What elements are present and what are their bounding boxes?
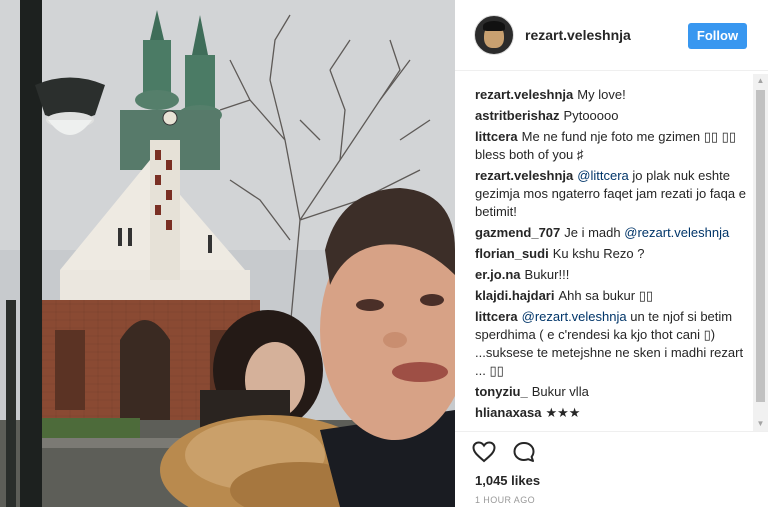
photo-illustration bbox=[0, 0, 455, 507]
comment-mention-link[interactable]: @littcera bbox=[577, 168, 629, 183]
comment-item: hlianaxasa ★★★ bbox=[475, 404, 753, 422]
comment-item: florian_sudi Ku kshu Rezo ? bbox=[475, 245, 753, 263]
post-timestamp: 1 HOUR AGO bbox=[475, 495, 536, 505]
comment-item: klajdi.hajdari Ahh sa bukur ▯▯ bbox=[475, 287, 753, 305]
comment-item: astritberishaz Pytooooo bbox=[475, 107, 753, 125]
comment-username[interactable]: klajdi.hajdari bbox=[475, 288, 554, 303]
comment-mention-link[interactable]: @rezart.veleshnja bbox=[624, 225, 729, 240]
comment-username[interactable]: littcera bbox=[475, 309, 518, 324]
comment-username[interactable]: tonyziu_ bbox=[475, 384, 528, 399]
avatar[interactable] bbox=[474, 15, 514, 55]
comment-username[interactable]: gazmend_707 bbox=[475, 225, 560, 240]
comment-text: Ku kshu Rezo ? bbox=[552, 246, 645, 261]
comment-username[interactable]: er.jo.na bbox=[475, 267, 521, 282]
comment-mention-link[interactable]: @rezart.veleshnja bbox=[522, 309, 627, 324]
comment-item: littcera Me ne fund nje foto me gzimen ▯▯… bbox=[475, 128, 753, 164]
scroll-down-arrow-icon[interactable]: ▼ bbox=[753, 417, 768, 431]
comment-item: rezart.veleshnja @littcera jo plak nuk es… bbox=[475, 167, 753, 221]
comment-username[interactable]: rezart.veleshnja bbox=[475, 168, 573, 183]
comment-item: rezart.veleshnja My love! bbox=[475, 86, 753, 104]
comment-username[interactable]: hlianaxasa bbox=[475, 405, 542, 420]
follow-button[interactable]: Follow bbox=[688, 23, 747, 49]
comment-username[interactable]: littcera bbox=[475, 129, 518, 144]
comments-list: rezart.veleshnja My love! astritberishaz Py… bbox=[475, 86, 753, 431]
comment-item: er.jo.na Bukur!!! bbox=[475, 266, 753, 284]
comment-text: Je i madh bbox=[564, 225, 625, 240]
comment-item: littcera @rezart.veleshnja un te njof si … bbox=[475, 308, 753, 380]
comment-text: Bukur!!! bbox=[524, 267, 570, 282]
comment-icon[interactable] bbox=[512, 441, 536, 463]
post-header: rezart.veleshnja Follow bbox=[455, 0, 768, 71]
comment-text: Bukur vlla bbox=[531, 384, 589, 399]
post-side-panel: rezart.veleshnja Follow rezart.veleshnja… bbox=[455, 0, 768, 507]
scrollbar-thumb[interactable] bbox=[756, 90, 765, 402]
comment-text: ★★★ bbox=[545, 405, 581, 420]
comment-username[interactable]: astritberishaz bbox=[475, 108, 560, 123]
comment-text: Pytooooo bbox=[563, 108, 619, 123]
comment-item: tonyziu_ Bukur vlla bbox=[475, 383, 753, 401]
avatar-hair bbox=[483, 21, 505, 31]
comment-username[interactable]: rezart.veleshnja bbox=[475, 87, 573, 102]
scroll-up-arrow-icon[interactable]: ▲ bbox=[753, 74, 768, 88]
comments-scrollbar[interactable]: ▲ ▼ bbox=[753, 74, 768, 431]
post-actions: 1,045 likes 1 HOUR AGO bbox=[455, 431, 768, 507]
comment-text: My love! bbox=[577, 87, 626, 102]
comment-text: Ahh sa bukur ▯▯ bbox=[558, 288, 654, 303]
comment-item: gazmend_707 Je i madh @rezart.veleshnja bbox=[475, 224, 753, 242]
post-author-username[interactable]: rezart.veleshnja bbox=[525, 27, 631, 43]
like-count[interactable]: 1,045 likes bbox=[475, 473, 540, 488]
post-photo bbox=[0, 0, 455, 507]
comment-username[interactable]: florian_sudi bbox=[475, 246, 549, 261]
heart-icon[interactable] bbox=[472, 441, 496, 463]
